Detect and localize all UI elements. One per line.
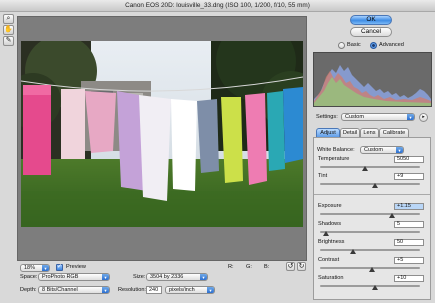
brightness-field[interactable]: 50 [394, 239, 424, 246]
size-label: Size: [133, 274, 146, 280]
cancel-button[interactable]: Cancel [350, 27, 392, 37]
rotate-right-icon[interactable]: ↻ [297, 262, 306, 271]
settings-label: Settings: [316, 114, 338, 120]
exposure-slider-thumb[interactable] [389, 213, 395, 218]
advanced-radio[interactable] [370, 42, 377, 49]
tab-lens[interactable]: Lens [360, 128, 379, 137]
slider-row-shadows: Shadows 5 [318, 221, 426, 239]
section-divider [314, 194, 430, 195]
depth-select[interactable]: 8 Bits/Channel ▾ [38, 286, 110, 294]
brightness-label: Brightness [318, 239, 345, 245]
depth-label: Depth: [20, 287, 37, 293]
chevron-down-icon: ▾ [102, 287, 109, 293]
histogram-graph [314, 65, 431, 106]
slider-row-brightness: Brightness 50 [318, 239, 426, 257]
saturation-label: Saturation [318, 275, 344, 281]
resolution-input[interactable]: 240 [146, 286, 162, 294]
size-value: 3504 by 2336 [150, 274, 184, 280]
r-label: R: [228, 264, 234, 270]
slider-row-temperature: Temperature 5050 [318, 156, 426, 173]
exposure-field[interactable]: +1.15 [394, 203, 424, 210]
saturation-field[interactable]: +10 [394, 275, 424, 282]
chevron-down-icon: ▾ [42, 265, 49, 271]
resolution-unit-value: pixels/inch [169, 287, 195, 293]
tint-slider-track[interactable] [320, 183, 420, 185]
contrast-field[interactable]: +5 [394, 257, 424, 264]
shadows-field[interactable]: 5 [394, 221, 424, 228]
exposure-label: Exposure [318, 203, 342, 209]
tint-slider-thumb[interactable] [372, 183, 378, 188]
tab-calibrate[interactable]: Calibrate [379, 128, 409, 137]
saturation-slider-track[interactable] [320, 285, 420, 287]
settings-select[interactable]: Custom ▾ [341, 113, 415, 121]
resolution-label: Resolution: [118, 287, 146, 293]
chevron-down-icon: ▾ [407, 114, 414, 120]
brightness-slider-thumb[interactable] [350, 249, 356, 254]
settings-value: Custom [345, 114, 364, 120]
slider-row-saturation: Saturation +10 [318, 275, 426, 293]
shadows-label: Shadows [318, 221, 342, 227]
temperature-slider-track[interactable] [320, 166, 420, 168]
zoom-level-value: 18% [24, 265, 36, 271]
temperature-label: Temperature [318, 156, 350, 162]
b-label: B: [264, 264, 270, 270]
shadows-slider-thumb[interactable] [323, 231, 329, 236]
brightness-slider-track[interactable] [320, 249, 420, 251]
tab-adjust[interactable]: Adjust [316, 128, 340, 137]
temperature-slider-thumb[interactable] [362, 166, 368, 171]
chevron-down-icon: ▾ [102, 274, 109, 280]
chevron-down-icon: ▾ [207, 287, 214, 293]
window-title: Canon EOS 20D: louisville_33.dng (ISO 10… [0, 0, 435, 12]
exposure-slider-track[interactable] [320, 213, 420, 215]
space-value: ProPhoto RGB [42, 274, 79, 280]
saturation-slider-thumb[interactable] [372, 285, 378, 290]
zoom-level-select[interactable]: 18% ▾ [20, 264, 50, 272]
slider-row-exposure: Exposure +1.15 [318, 203, 426, 221]
zoom-tool-icon[interactable]: ⌕ [3, 14, 14, 24]
slider-row-tint: Tint +9 [318, 173, 426, 190]
temperature-field[interactable]: 5050 [394, 156, 424, 163]
resolution-unit-select[interactable]: pixels/inch ▾ [165, 286, 215, 294]
size-select[interactable]: 3504 by 2336 ▾ [146, 273, 208, 281]
shadows-slider-track[interactable] [320, 231, 420, 233]
white-balance-sliders: Temperature 5050 Tint +9 [318, 156, 426, 192]
advanced-label: Advanced [379, 42, 404, 48]
histogram [313, 52, 432, 107]
chevron-down-icon: ▾ [200, 274, 207, 280]
preview-checkbox[interactable]: ✓ [56, 264, 63, 271]
white-balance-label: White Balance: [317, 147, 355, 153]
photo-laundry-image [21, 41, 303, 227]
white-balance-value: Custom [364, 147, 383, 153]
space-label: Space: [20, 274, 38, 280]
rotate-left-icon[interactable]: ↺ [286, 262, 295, 271]
photo-preview [21, 41, 303, 227]
hand-tool-icon[interactable]: ✋ [3, 25, 14, 35]
white-balance-select[interactable]: Custom ▾ [360, 146, 404, 154]
settings-menu-icon[interactable]: ▸ [419, 113, 428, 122]
contrast-label: Contrast [318, 257, 340, 263]
g-label: G: [246, 264, 252, 270]
basic-radio[interactable] [338, 42, 345, 49]
tab-detail[interactable]: Detail [340, 128, 360, 137]
tint-field[interactable]: +9 [394, 173, 424, 180]
tone-sliders: Exposure +1.15 Shadows 5 Brightness 50 Contras… [318, 203, 426, 295]
contrast-slider-thumb[interactable] [369, 267, 375, 272]
preview-label: Preview [66, 264, 86, 270]
ok-button[interactable]: OK [350, 15, 392, 25]
eyedropper-tool-icon[interactable]: ✎ [3, 36, 14, 46]
basic-label: Basic [347, 42, 361, 48]
chevron-down-icon: ▾ [396, 147, 403, 153]
space-select[interactable]: ProPhoto RGB ▾ [38, 273, 110, 281]
depth-value: 8 Bits/Channel [42, 287, 78, 293]
tint-label: Tint [318, 173, 328, 179]
slider-row-contrast: Contrast +5 [318, 257, 426, 275]
